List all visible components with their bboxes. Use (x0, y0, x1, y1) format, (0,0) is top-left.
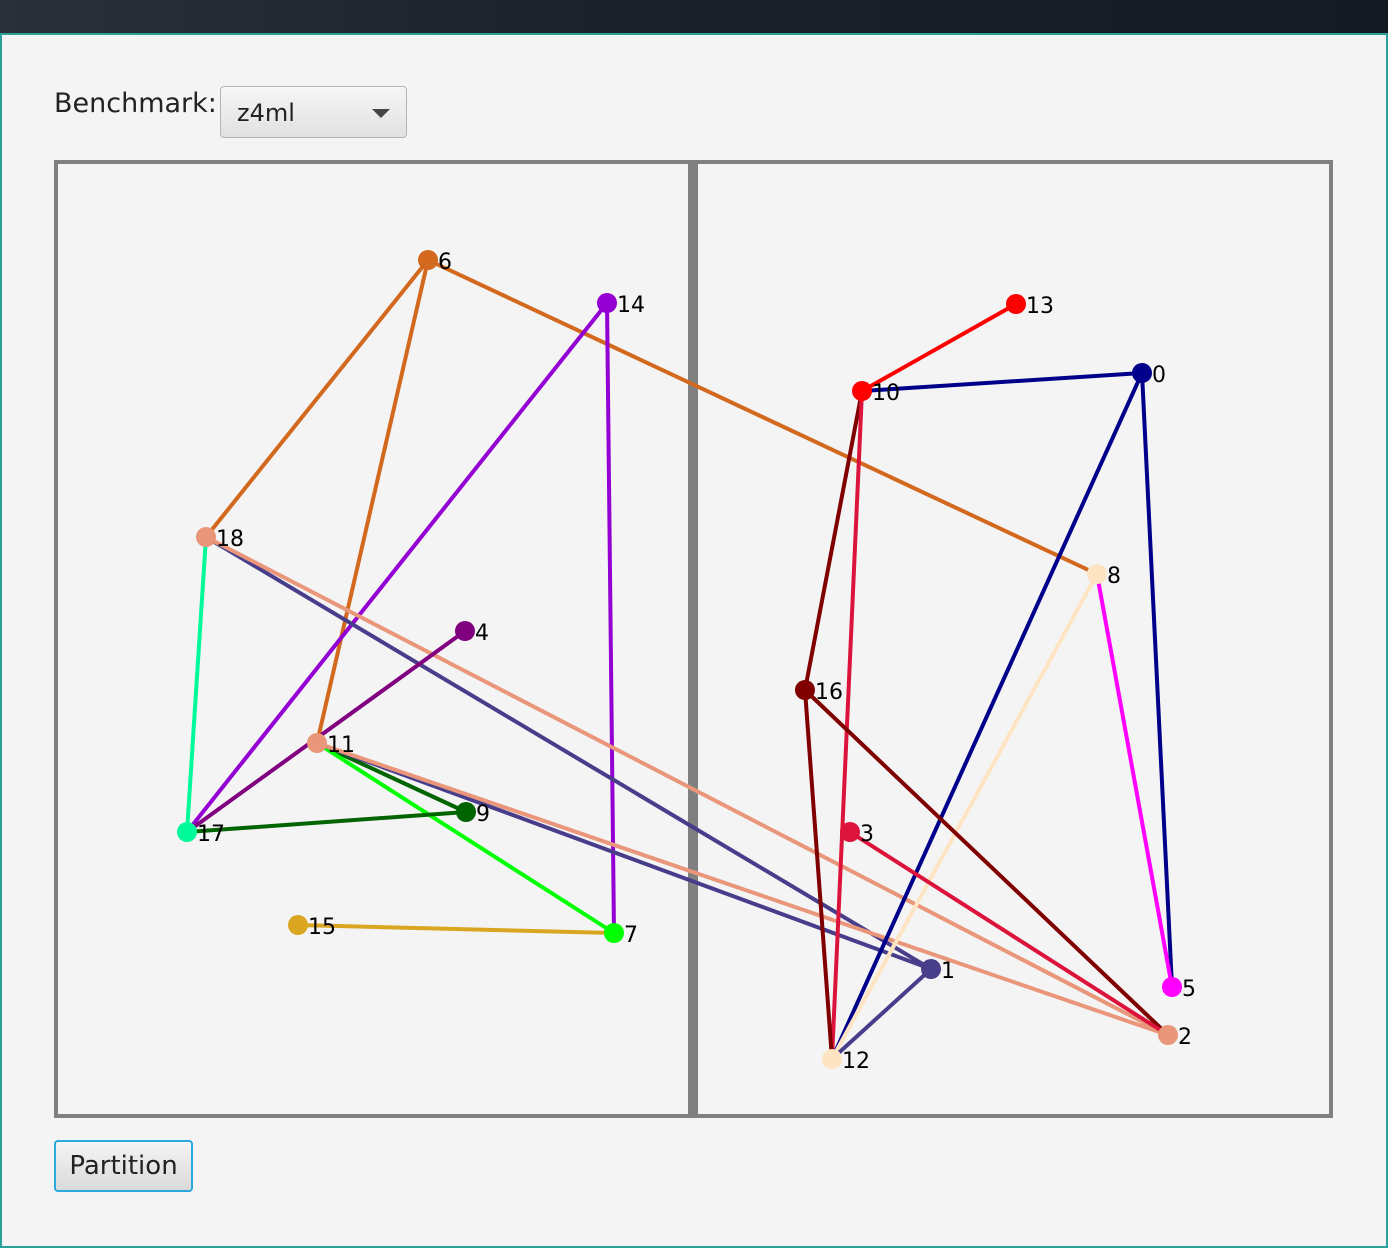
node-12[interactable] (822, 1049, 842, 1069)
node-4[interactable] (455, 621, 475, 641)
node-8[interactable] (1087, 564, 1107, 584)
partition-button[interactable]: Partition (54, 1140, 193, 1192)
node-label-8: 8 (1107, 564, 1121, 589)
node-label-14: 14 (617, 293, 645, 318)
partition-graph: 0123456789101112131415161718 (54, 160, 1333, 1118)
node-17[interactable] (177, 822, 197, 842)
node-label-10: 10 (872, 381, 900, 406)
node-label-16: 16 (815, 680, 843, 705)
node-label-15: 15 (308, 915, 336, 940)
node-3[interactable] (840, 822, 860, 842)
node-label-11: 11 (327, 733, 355, 758)
node-14[interactable] (597, 293, 617, 313)
node-label-12: 12 (842, 1049, 870, 1074)
node-11[interactable] (307, 733, 327, 753)
node-16[interactable] (795, 680, 815, 700)
benchmark-label: Benchmark: (54, 88, 217, 119)
node-label-5: 5 (1182, 977, 1196, 1002)
node-0[interactable] (1132, 363, 1152, 383)
node-15[interactable] (288, 915, 308, 935)
node-label-17: 17 (197, 822, 225, 847)
chevron-down-icon (372, 109, 390, 118)
node-label-0: 0 (1152, 363, 1166, 388)
node-label-4: 4 (475, 621, 489, 646)
node-9[interactable] (456, 802, 476, 822)
node-label-18: 18 (216, 527, 244, 552)
benchmark-dropdown-value: z4ml (237, 99, 295, 127)
benchmark-dropdown[interactable]: z4ml (220, 86, 407, 138)
node-label-7: 7 (624, 923, 638, 948)
node-label-2: 2 (1178, 1025, 1192, 1050)
node-2[interactable] (1158, 1025, 1178, 1045)
node-6[interactable] (418, 250, 438, 270)
node-label-3: 3 (860, 822, 874, 847)
node-7[interactable] (604, 923, 624, 943)
window-titlebar (0, 0, 1388, 33)
node-1[interactable] (921, 959, 941, 979)
node-label-13: 13 (1026, 294, 1054, 319)
node-10[interactable] (852, 381, 872, 401)
node-5[interactable] (1162, 977, 1182, 997)
node-label-9: 9 (476, 802, 490, 827)
node-label-6: 6 (438, 250, 452, 275)
partition-divider (688, 162, 698, 1116)
node-13[interactable] (1006, 294, 1026, 314)
partition-view: 0 1 2 3 4 5 6 7 8 9 10 11 12 13 14 15 16 17 18 (54, 160, 1335, 1124)
node-label-1: 1 (941, 959, 955, 984)
node-18[interactable] (196, 527, 216, 547)
